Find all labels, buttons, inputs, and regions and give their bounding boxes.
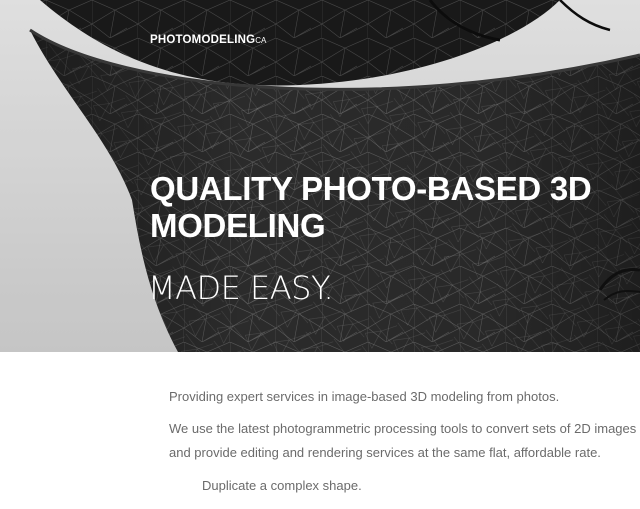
hero-headline: QUALITY PHOTO-BASED 3D MODELING [150, 170, 592, 244]
intro-paragraph: Providing expert services in image-based… [169, 389, 560, 404]
hero-banner: PHOTOMODELINGCA QUALITY PHOTO-BASED 3D M… [0, 0, 640, 352]
logo-name: PHOTOMODELING [150, 34, 256, 46]
services-paragraph-line-1: We use the latest photogrammetric proces… [169, 421, 640, 436]
site-logo[interactable]: PHOTOMODELINGCA [150, 34, 266, 46]
hero-subheadline: MADE EASY. [148, 269, 334, 307]
services-paragraph-line-2: and provide editing and rendering servic… [169, 445, 601, 460]
intro-section: Providing expert services in image-based… [0, 352, 640, 509]
list-item: Duplicate a complex shape. [202, 478, 362, 493]
logo-tld: CA [255, 36, 267, 45]
